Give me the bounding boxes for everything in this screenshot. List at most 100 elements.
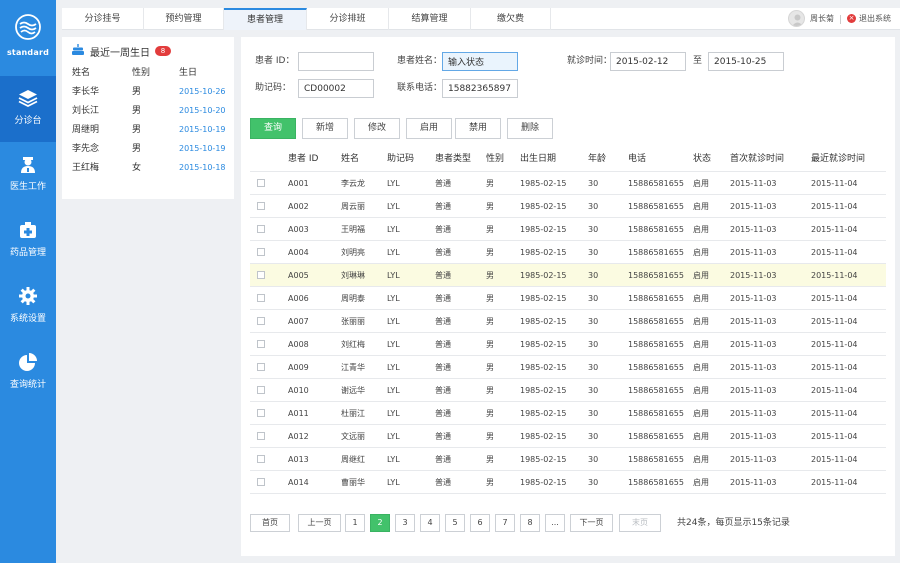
page-button[interactable]: 6 <box>470 514 490 532</box>
cell-last-visit: 2015-11-04 <box>811 340 858 349</box>
table-row[interactable]: A003 王明福 LYL 普通 男 1985-02-15 30 15886581655 启用 20… <box>250 218 886 241</box>
table-row[interactable]: A001 李云龙 LYL 普通 男 1985-02-15 30 15886581655 启用 20… <box>250 172 886 195</box>
search-button[interactable]: 查询 <box>250 118 296 139</box>
page-button[interactable]: 4 <box>420 514 440 532</box>
delete-button[interactable]: 删除 <box>507 118 553 139</box>
nav-item-triage[interactable]: 分诊台 <box>0 76 56 142</box>
row-checkbox[interactable] <box>257 248 265 256</box>
disable-button[interactable]: 禁用 <box>455 118 501 139</box>
visit-date-to[interactable] <box>708 52 784 71</box>
cell-patient-id: A003 <box>288 225 309 234</box>
row-checkbox[interactable] <box>257 478 265 486</box>
page-button[interactable]: ... <box>545 514 565 532</box>
cell-gender: 男 <box>486 432 494 441</box>
logout-link[interactable]: 退出系统 <box>859 8 891 30</box>
table-row[interactable]: A012 文远丽 LYL 普通 男 1985-02-15 30 15886581655 启用 20… <box>250 425 886 448</box>
cell-patient-id: A008 <box>288 340 309 349</box>
table-row[interactable]: A006 周明泰 LYL 普通 男 1985-02-15 30 15886581655 启用 20… <box>250 287 886 310</box>
row-checkbox[interactable] <box>257 271 265 279</box>
table-row[interactable]: A011 杜丽江 LYL 普通 男 1985-02-15 30 15886581655 启用 20… <box>250 402 886 425</box>
avatar[interactable] <box>788 10 805 27</box>
row-checkbox[interactable] <box>257 455 265 463</box>
mnemonic-input[interactable] <box>298 79 374 98</box>
row-checkbox[interactable] <box>257 409 265 417</box>
phone-label: 联系电话： <box>397 83 443 93</box>
cell-patient-id: A002 <box>288 202 309 211</box>
page-button[interactable]: 3 <box>395 514 415 532</box>
cell-name: 周继红 <box>341 455 365 464</box>
row-checkbox[interactable] <box>257 179 265 187</box>
table-row[interactable]: A002 周云丽 LYL 普通 男 1985-02-15 30 15886581655 启用 20… <box>250 195 886 218</box>
cell-type: 普通 <box>435 179 451 188</box>
page-button[interactable]: 5 <box>445 514 465 532</box>
table-row[interactable]: A004 刘明亮 LYL 普通 男 1985-02-15 30 15886581655 启用 20… <box>250 241 886 264</box>
cell-birth-date: 1985-02-15 <box>520 271 567 280</box>
cell-first-visit: 2015-11-03 <box>730 363 777 372</box>
cell-gender: 男 <box>486 271 494 280</box>
table-row[interactable]: A010 谢远华 LYL 普通 男 1985-02-15 30 15886581655 启用 20… <box>250 379 886 402</box>
page-button[interactable]: 8 <box>520 514 540 532</box>
nav-item-doctor[interactable]: 医生工作 <box>0 142 56 208</box>
table-row[interactable]: A009 江青华 LYL 普通 男 1985-02-15 30 15886581655 启用 20… <box>250 356 886 379</box>
row-checkbox[interactable] <box>257 225 265 233</box>
logo: standard <box>0 0 56 68</box>
edit-button[interactable]: 修改 <box>354 118 400 139</box>
nav-item-medicine[interactable]: 药品管理 <box>0 208 56 274</box>
cell-gender: 男 <box>486 455 494 464</box>
table-row[interactable]: A008 刘红梅 LYL 普通 男 1985-02-15 30 15886581655 启用 20… <box>250 333 886 356</box>
row-checkbox[interactable] <box>257 363 265 371</box>
nav-label: 系统设置 <box>9 314 46 324</box>
visit-date-from[interactable] <box>610 52 686 71</box>
pie-chart-icon <box>19 353 37 371</box>
patient-name-input[interactable] <box>442 52 518 71</box>
row-checkbox[interactable] <box>257 202 265 210</box>
row-checkbox[interactable] <box>257 386 265 394</box>
cell-mnemonic: LYL <box>387 294 400 303</box>
cell-name: 张丽丽 <box>341 317 365 326</box>
patient-id-input[interactable] <box>298 52 374 71</box>
nav-item-statistics[interactable]: 查询统计 <box>0 340 56 406</box>
add-button[interactable]: 新增 <box>302 118 348 139</box>
cell-age: 30 <box>588 409 599 418</box>
phone-input[interactable] <box>442 79 518 98</box>
tab-appointments[interactable]: 预约管理 <box>144 8 224 30</box>
page-button[interactable]: 1 <box>345 514 365 532</box>
cell-age: 30 <box>588 225 599 234</box>
page-button[interactable]: 2 <box>370 514 390 532</box>
col-age: 年龄 <box>588 154 607 164</box>
page-button[interactable]: 7 <box>495 514 515 532</box>
logout-icon[interactable]: × <box>847 14 856 23</box>
row-checkbox[interactable] <box>257 340 265 348</box>
last-page-button[interactable]: 末页 <box>619 514 661 532</box>
cell-age: 30 <box>588 386 599 395</box>
first-page-button[interactable]: 首页 <box>250 514 290 532</box>
tab-settlement[interactable]: 结算管理 <box>389 8 471 30</box>
nav-item-settings[interactable]: 系统设置 <box>0 274 56 340</box>
cell-phone: 15886581655 <box>628 340 684 349</box>
cell-phone: 15886581655 <box>628 202 684 211</box>
row-checkbox[interactable] <box>257 317 265 325</box>
cell-birth-date: 1985-02-15 <box>520 363 567 372</box>
tab-patient-management[interactable]: 患者管理 <box>224 8 307 30</box>
tab-payment[interactable]: 缴欠费 <box>471 8 551 30</box>
cell-gender: 男 <box>486 179 494 188</box>
cell-patient-id: A013 <box>288 455 309 464</box>
table-row[interactable]: A014 曹丽华 LYL 普通 男 1985-02-15 30 15886581655 启用 20… <box>250 471 886 494</box>
row-checkbox[interactable] <box>257 294 265 302</box>
cell-type: 普通 <box>435 478 451 487</box>
enable-button[interactable]: 启用 <box>406 118 452 139</box>
prev-page-button[interactable]: 上一页 <box>298 514 341 532</box>
cell-mnemonic: LYL <box>387 478 400 487</box>
birthday-name: 周继明 <box>72 125 100 135</box>
tab-triage-register[interactable]: 分诊挂号 <box>62 8 144 30</box>
table-row[interactable]: A005 刘琳琳 LYL 普通 男 1985-02-15 30 15886581655 启用 20… <box>250 264 886 287</box>
tab-triage-schedule[interactable]: 分诊排班 <box>307 8 389 30</box>
patient-id-label: 患者 ID： <box>255 56 295 66</box>
cell-patient-id: A014 <box>288 478 309 487</box>
cell-mnemonic: LYL <box>387 455 400 464</box>
next-page-button[interactable]: 下一页 <box>570 514 613 532</box>
table-row[interactable]: A013 周继红 LYL 普通 男 1985-02-15 30 15886581655 启用 20… <box>250 448 886 471</box>
cell-phone: 15886581655 <box>628 455 684 464</box>
row-checkbox[interactable] <box>257 432 265 440</box>
table-row[interactable]: A007 张丽丽 LYL 普通 男 1985-02-15 30 15886581655 启用 20… <box>250 310 886 333</box>
